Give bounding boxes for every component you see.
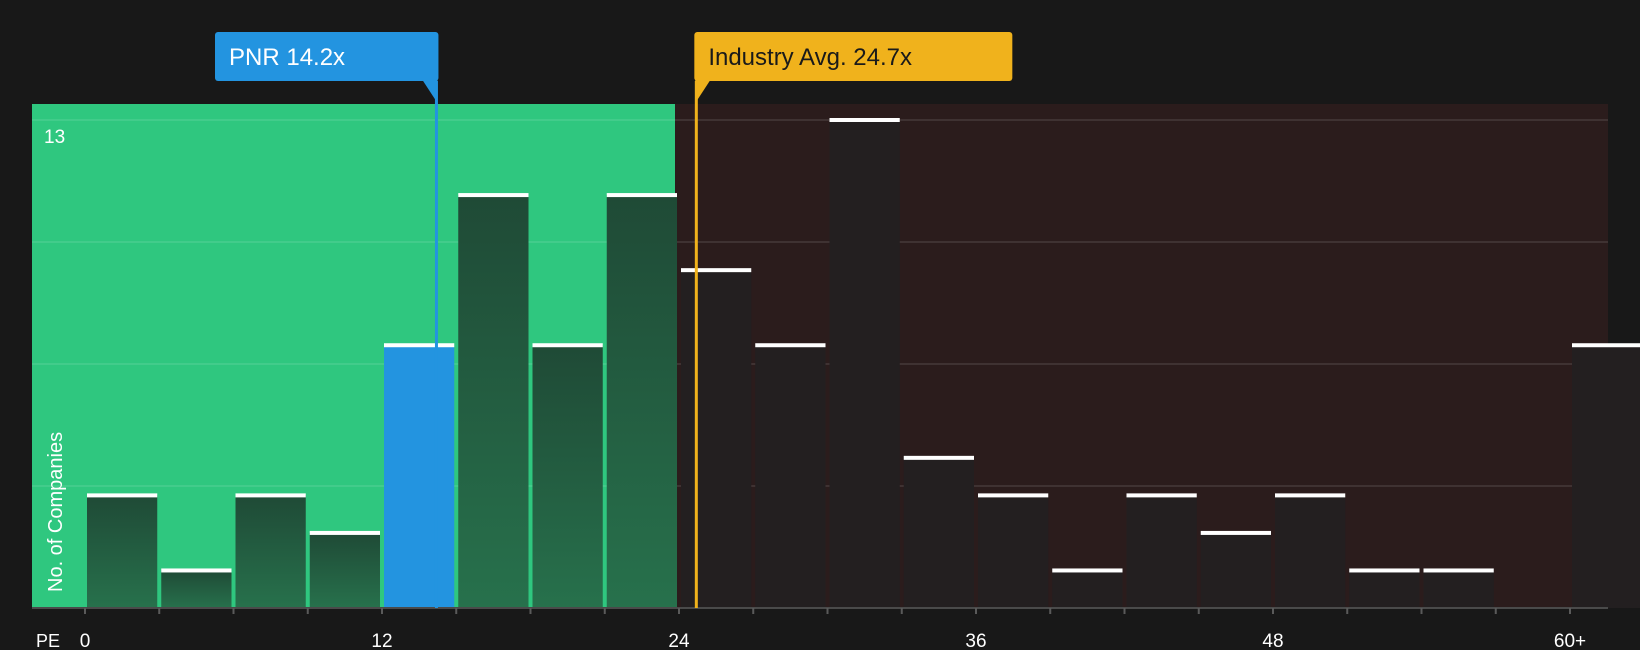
bar-cap [532,343,603,348]
histogram-bar [458,195,529,609]
bar-cap [1423,568,1494,573]
histogram-bar [1423,570,1494,608]
histogram-bar [87,495,158,608]
x-tick-label: 36 [965,631,986,650]
histogram-bar [606,195,677,609]
bar-cap [235,493,306,498]
bar-cap [978,493,1049,498]
x-axis-title: PE [36,631,60,650]
bar-cap [1275,493,1346,498]
histogram-bar [829,120,900,608]
histogram-bar [309,532,380,608]
y-max-label: 13 [44,127,65,148]
bar-cap [1126,493,1197,498]
bar-cap [87,493,158,498]
bar-cap [1052,568,1123,573]
histogram-bar [681,270,752,608]
company-marker-label: PNR 14.2x [229,44,345,71]
histogram-bar [161,570,232,608]
pe-distribution-chart: 0 12 24 36 48 60+ PNR 14.2x Industry Avg. 24.7… [32,32,1640,650]
bar-cap [458,193,529,198]
histogram-bar [1349,570,1420,608]
bar-cap [309,530,380,535]
x-tick-label: 60+ [1554,631,1586,650]
histogram-bar [384,345,455,608]
x-tick-label: 48 [1262,631,1283,650]
bar-cap [1572,343,1640,348]
histogram-bar [755,345,826,608]
bar-cap [755,343,826,348]
y-axis-title: No. of Companies [45,432,67,592]
histogram-bar [532,345,603,608]
histogram-bar [978,495,1049,608]
x-tick-label: 12 [371,631,392,650]
histogram-bar [235,495,306,608]
bar-cap [1349,568,1420,573]
bar-cap [161,568,232,573]
bar-cap [384,343,455,348]
histogram-bar [1200,532,1271,608]
x-tick-label: 0 [80,631,91,650]
industry-marker-label: Industry Avg. 24.7x [708,44,912,71]
bar-cap [1200,530,1271,535]
histogram-bar [1275,495,1346,608]
x-tick-label: 24 [668,631,690,650]
histogram-bar [903,457,974,608]
histogram-bar [1572,345,1640,608]
bar-cap [681,268,752,273]
bar-cap [903,455,974,460]
histogram-bar [1052,570,1123,608]
bar-cap [829,118,900,122]
histogram-bar [1126,495,1197,608]
bar-cap [606,193,677,198]
